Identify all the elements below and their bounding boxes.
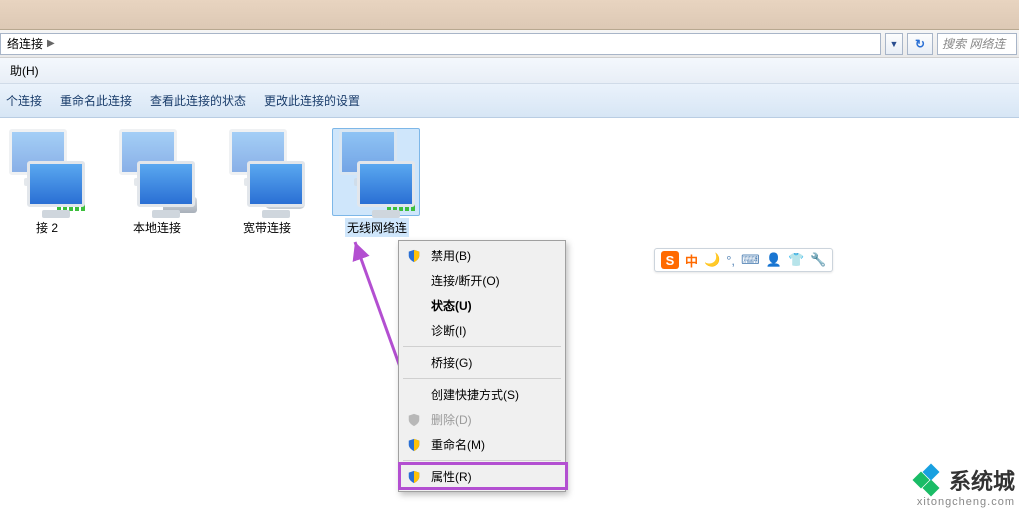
menu-label: 连接/断开(O) xyxy=(431,272,500,289)
connection-label: 本地连接 xyxy=(131,218,183,237)
toolbar-item-status[interactable]: 查看此连接的状态 xyxy=(150,92,246,109)
keyboard-icon[interactable]: ⌨ xyxy=(741,252,760,268)
shield-icon xyxy=(407,438,421,452)
toolbar-item-rename[interactable]: 重命名此连接 xyxy=(60,92,132,109)
shield-icon xyxy=(407,249,421,263)
breadcrumb-box[interactable]: 络连接 ▶ xyxy=(0,33,881,55)
toolbar-item-this-connection[interactable]: 个连接 xyxy=(6,92,42,109)
menu-bar: 助(H) xyxy=(0,58,1019,84)
monitor-icon xyxy=(357,161,415,207)
watermark-url: xitongcheng.com xyxy=(915,496,1015,508)
menu-label: 诊断(I) xyxy=(431,322,466,339)
watermark-logo-icon xyxy=(915,466,943,494)
menu-disable[interactable]: 禁用(B) xyxy=(401,243,563,268)
user-icon[interactable]: 👤 xyxy=(766,252,782,268)
menu-separator xyxy=(403,346,561,347)
connection-item-wireless[interactable]: 无线网络连 xyxy=(332,128,422,237)
menu-separator xyxy=(403,460,561,461)
watermark: 系统城 xitongcheng.com xyxy=(915,464,1015,508)
context-menu: 禁用(B) 连接/断开(O) 状态(U) 诊断(I) 桥接(G) 创建快捷方式(… xyxy=(398,240,566,492)
menu-label: 重命名(M) xyxy=(431,436,485,453)
menu-label: 状态(U) xyxy=(431,297,472,314)
shield-icon xyxy=(407,413,421,427)
ime-toolbar[interactable]: S 中 🌙 °, ⌨ 👤 👕 🔧 xyxy=(654,248,833,272)
monitor-icon xyxy=(247,161,305,207)
menu-label: 桥接(G) xyxy=(431,354,472,371)
menu-label: 创建快捷方式(S) xyxy=(431,386,519,403)
address-bar: 络连接 ▶ ▼ ↻ 搜索 网络连 xyxy=(0,30,1019,58)
connection-label: 宽带连接 xyxy=(241,218,293,237)
breadcrumb-arrow-icon[interactable]: ▶ xyxy=(47,38,55,49)
menu-label: 属性(R) xyxy=(431,468,472,485)
menu-label: 删除(D) xyxy=(431,411,472,428)
skin-icon[interactable]: 👕 xyxy=(788,252,804,268)
menu-label: 禁用(B) xyxy=(431,247,471,264)
menu-separator xyxy=(403,378,561,379)
ime-mode-chinese[interactable]: 中 xyxy=(685,251,698,270)
menu-status[interactable]: 状态(U) xyxy=(401,293,563,318)
connection-label: 无线网络连 xyxy=(345,218,409,237)
connection-item-broadband[interactable]: 宽带连接 xyxy=(222,128,312,237)
content-area: 接 2 ✖ 本地连接 宽带连接 无线 xyxy=(0,118,1019,512)
ime-logo-icon[interactable]: S xyxy=(661,251,679,269)
settings-wrench-icon[interactable]: 🔧 xyxy=(810,252,826,268)
connection-label: 接 2 xyxy=(34,218,60,237)
connection-list: 接 2 ✖ 本地连接 宽带连接 无线 xyxy=(0,128,1019,237)
menu-properties[interactable]: 属性(R) xyxy=(401,464,563,489)
shield-icon xyxy=(407,470,421,484)
connection-item-local[interactable]: ✖ 本地连接 xyxy=(112,128,202,237)
menu-shortcut[interactable]: 创建快捷方式(S) xyxy=(401,382,563,407)
watermark-name: 系统城 xyxy=(949,464,1015,496)
menu-connect[interactable]: 连接/断开(O) xyxy=(401,268,563,293)
address-dropdown-button[interactable]: ▼ xyxy=(885,33,903,55)
toolbar-item-settings[interactable]: 更改此连接的设置 xyxy=(264,92,360,109)
refresh-button[interactable]: ↻ xyxy=(907,33,933,55)
moon-icon[interactable]: 🌙 xyxy=(704,252,720,268)
search-input[interactable]: 搜索 网络连 xyxy=(937,33,1017,55)
window-titlebar xyxy=(0,0,1019,30)
command-bar: 个连接 重命名此连接 查看此连接的状态 更改此连接的设置 xyxy=(0,84,1019,118)
menu-help[interactable]: 助(H) xyxy=(4,62,45,79)
connection-item-2[interactable]: 接 2 xyxy=(2,128,92,237)
monitor-icon xyxy=(27,161,85,207)
breadcrumb-segment[interactable]: 络连接 xyxy=(7,35,43,52)
punctuation-icon[interactable]: °, xyxy=(726,253,735,268)
menu-rename[interactable]: 重命名(M) xyxy=(401,432,563,457)
monitor-icon xyxy=(137,161,195,207)
menu-diagnose[interactable]: 诊断(I) xyxy=(401,318,563,343)
menu-bridge[interactable]: 桥接(G) xyxy=(401,350,563,375)
menu-delete: 删除(D) xyxy=(401,407,563,432)
